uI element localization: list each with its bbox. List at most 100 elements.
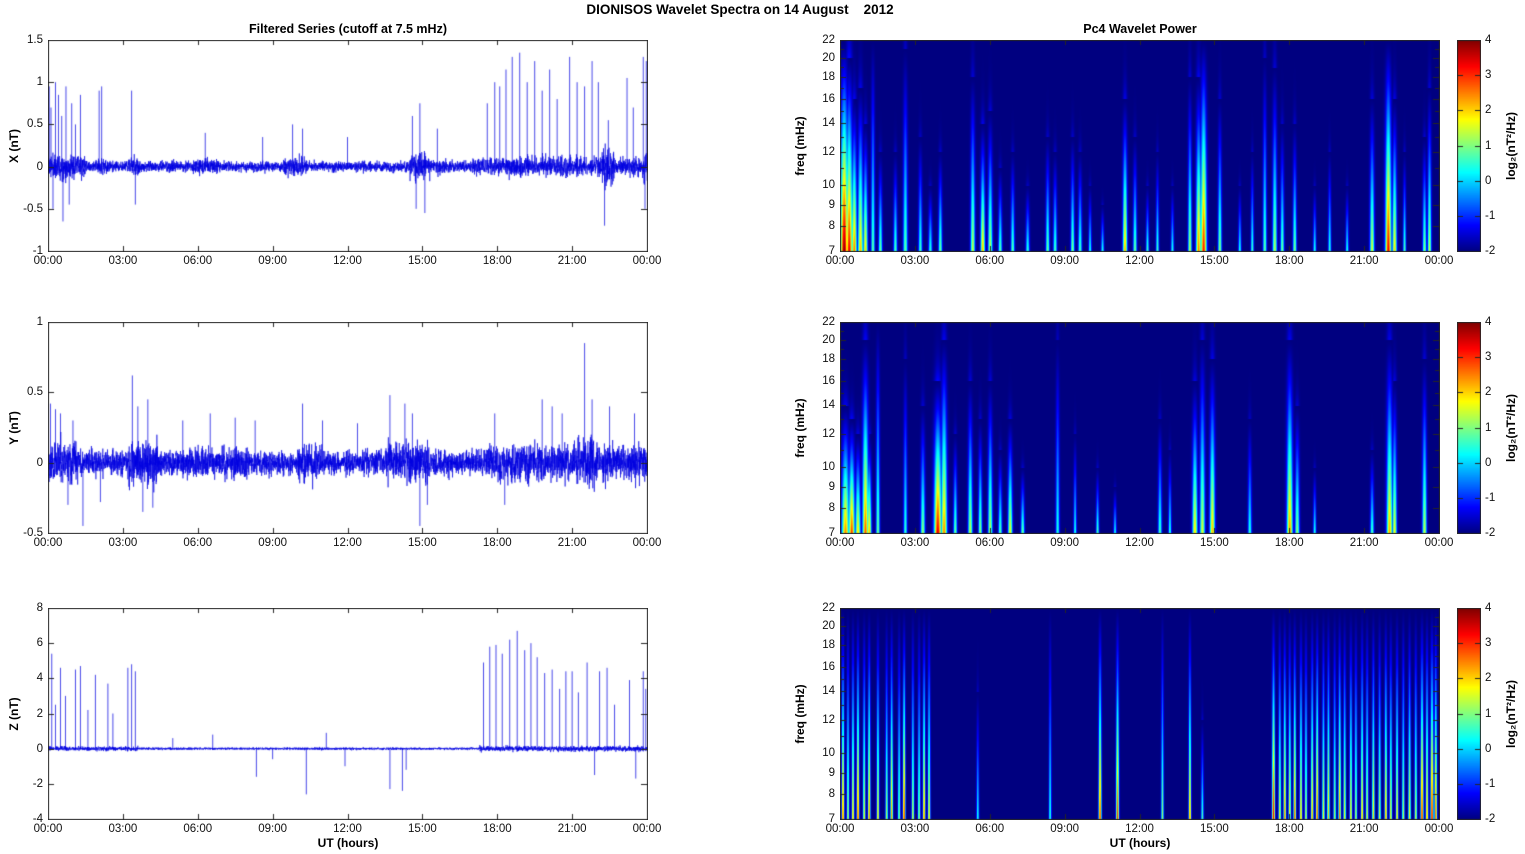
colorbar-top-unit-label: log₂(nT²/Hz) (1504, 112, 1518, 180)
y-tick-label: -2 (32, 777, 43, 790)
y-tick-label: 10 (822, 461, 835, 474)
y-tick-label: 0 (36, 160, 43, 173)
x-tick-label: 18:00 (482, 823, 512, 835)
y-tick-label: 16 (822, 92, 835, 105)
y-tick-label: 0 (36, 742, 43, 755)
y-tick-label: -0.5 (23, 527, 43, 539)
x-tick-label: 12:00 (333, 537, 362, 549)
plot-x-series (48, 40, 648, 252)
y-tick-label: 10 (822, 179, 835, 192)
y-tick-label: 1 (36, 76, 43, 89)
x-tick-label: 12:00 (1125, 823, 1154, 835)
y-tick-label: 20 (822, 51, 835, 64)
x-tick-label: 06:00 (183, 537, 213, 549)
colorbar-bottom (1457, 608, 1481, 820)
y-tick-label: 0.5 (27, 386, 43, 399)
x-tick-label: 00:00 (1424, 823, 1454, 835)
x-tick-label: 18:00 (1274, 537, 1304, 549)
colorbar-bottom-canvas (1457, 608, 1481, 820)
y-tick-label: 9 (828, 480, 835, 493)
figure: DIONISOS Wavelet Spectra on 14 August 20… (0, 0, 1525, 854)
plot-x-wavelet-canvas (840, 40, 1440, 252)
colorbar-tick-label: -2 (1485, 527, 1496, 539)
plot-z-wavelet-spectrogram (840, 608, 1440, 820)
y-tick-label: -4 (32, 813, 43, 825)
x-tick-label: 12:00 (333, 255, 362, 267)
x-tick-label: 00:00 (632, 823, 662, 835)
colorbar-tick-label: -1 (1485, 491, 1496, 504)
x-tick-label: 15:00 (407, 537, 437, 549)
x-tick-label: 15:00 (407, 823, 437, 835)
colorbar-bottom-unit-label: log₂(nT²/Hz) (1504, 680, 1518, 748)
y-tick-label: 18 (822, 638, 835, 651)
colorbar-tick-label: -2 (1485, 245, 1496, 257)
colorbar-tick-label: 0 (1485, 742, 1492, 755)
x-tick-label: 12:00 (1125, 537, 1154, 549)
y-tick-label: 0.5 (27, 118, 43, 131)
colorbar-tick-label: 2 (1485, 386, 1492, 399)
colorbar-tick-label: 4 (1485, 316, 1492, 328)
y-tick-label: 8 (828, 502, 835, 515)
y-tick-label: 14 (822, 117, 835, 130)
y-tick-label: 7 (828, 245, 835, 257)
figure-title: DIONISOS Wavelet Spectra on 14 August 20… (586, 2, 894, 17)
y-tick-label: 12 (822, 427, 835, 440)
colorbar-top-canvas (1457, 40, 1481, 252)
x-tick-label: 00:00 (632, 255, 662, 267)
colorbar-tick-label: 0 (1485, 174, 1492, 187)
y-tick-label: -0.5 (23, 202, 43, 215)
y-tick-label: 0 (36, 456, 43, 469)
x-tick-label: 15:00 (1199, 823, 1229, 835)
colorbar-tick-label: 4 (1485, 602, 1492, 614)
x-tick-label: 18:00 (1274, 255, 1304, 267)
x-tick-label: 21:00 (557, 537, 587, 549)
ylabel-y-nt: Y (nT) (7, 411, 21, 445)
x-tick-label: 06:00 (975, 255, 1005, 267)
colorbar-tick-label: 3 (1485, 351, 1492, 364)
y-tick-label: 1 (36, 316, 43, 328)
ylabel-z-nt: Z (nT) (7, 697, 21, 731)
y-tick-label: 2 (36, 707, 43, 720)
y-tick-label: 18 (822, 70, 835, 83)
x-tick-label: 06:00 (183, 823, 213, 835)
colorbar-tick-label: -2 (1485, 813, 1496, 825)
y-tick-label: 14 (822, 399, 835, 412)
x-tick-label: 09:00 (258, 823, 288, 835)
x-tick-label: 00:00 (632, 537, 662, 549)
x-tick-label: 21:00 (557, 255, 587, 267)
x-tick-label: 03:00 (108, 255, 138, 267)
y-tick-label: 4 (36, 672, 43, 685)
plot-x-wavelet-spectrogram (840, 40, 1440, 252)
x-tick-label: 21:00 (1349, 537, 1379, 549)
x-tick-label: 09:00 (1050, 823, 1080, 835)
plot-z-series (48, 608, 648, 820)
plot-y-series (48, 322, 648, 534)
plot-y-wavelet-spectrogram (840, 322, 1440, 534)
x-tick-label: 03:00 (900, 823, 930, 835)
y-tick-label: 18 (822, 352, 835, 365)
y-tick-label: 22 (822, 34, 835, 46)
y-tick-label: 12 (822, 713, 835, 726)
x-tick-label: 18:00 (482, 255, 512, 267)
plot-y-wavelet-canvas (840, 322, 1440, 534)
y-tick-label: 12 (822, 145, 835, 158)
x-tick-label: 03:00 (900, 255, 930, 267)
y-tick-label: 20 (822, 619, 835, 632)
colorbar-middle-canvas (1457, 322, 1481, 534)
colorbar-tick-label: 1 (1485, 421, 1492, 434)
left-column-title: Filtered Series (cutoff at 7.5 mHz) (249, 22, 447, 36)
colorbar-tick-label: 2 (1485, 672, 1492, 685)
y-tick-label: 10 (822, 747, 835, 760)
x-tick-label: 12:00 (1125, 255, 1154, 267)
y-tick-label: 16 (822, 374, 835, 387)
ylabel-freq-top: freq (mHz) (793, 116, 807, 176)
colorbar-middle-unit-label: log₂(nT²/Hz) (1504, 394, 1518, 462)
x-tick-label: 03:00 (108, 537, 138, 549)
plot-x-series-canvas (48, 40, 648, 252)
x-tick-label: 06:00 (975, 823, 1005, 835)
plot-z-wavelet-canvas (840, 608, 1440, 820)
y-tick-label: 16 (822, 660, 835, 673)
colorbar-tick-label: -1 (1485, 777, 1496, 790)
x-tick-label: 09:00 (1050, 537, 1080, 549)
x-tick-label: 09:00 (1050, 255, 1080, 267)
